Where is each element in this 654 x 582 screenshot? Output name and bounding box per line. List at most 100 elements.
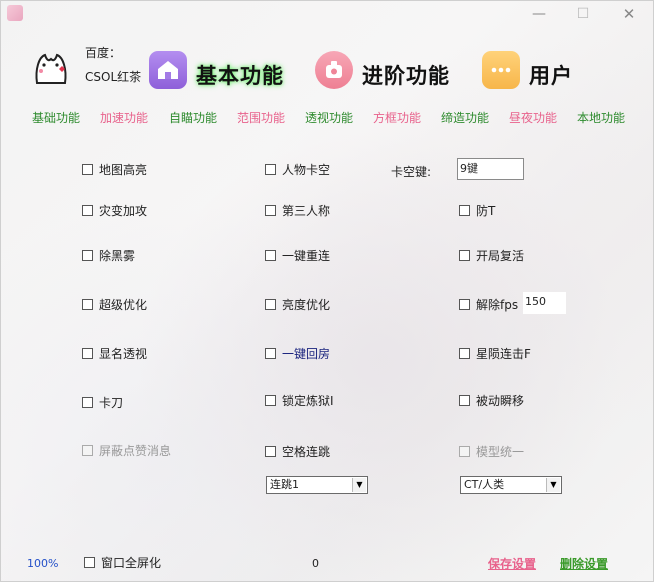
kakong-key-input[interactable]: 9键 [457,158,524,180]
model-select[interactable]: CT/人类 ▼ [460,476,562,494]
kakong-key-label: 卡空键: [391,165,432,179]
checkbox-box[interactable] [265,250,276,261]
camera-icon [315,51,353,89]
checkbox-label: 亮度优化 [282,298,331,312]
mascot-icon [35,53,67,84]
checkbox-box[interactable] [82,250,93,261]
title-bar: — ☐ ✕ [1,1,653,27]
checkbox-reconnect[interactable]: 一键重连 [265,248,330,266]
checkbox-box[interactable] [459,395,470,406]
sub-nav: 基础功能 加速功能 自瞄功能 范围功能 透视功能 方框功能 缔造功能 昼夜功能 … [1,109,653,129]
more-dots-icon [482,51,520,89]
checkbox-box [459,446,470,457]
checkbox-label: 空格连跳 [282,445,331,459]
checkbox-label: 窗口全屏化 [101,556,162,570]
checkbox-box[interactable] [84,557,95,568]
save-settings-button[interactable]: 保存设置 [488,555,536,572]
checkbox-box[interactable] [459,250,470,261]
jump-select[interactable]: 连跳1 ▼ [266,476,368,494]
checkbox-char-airstuck[interactable]: 人物卡空 [265,162,330,180]
checkbox-label: 锁定炼狱I [282,394,334,408]
checkbox-label: 一键重连 [282,249,331,263]
checkbox-map-highlight[interactable]: 地图高亮 [82,162,147,180]
checkbox-label: 模型统一 [476,445,525,459]
checkbox-box[interactable] [82,348,93,359]
model-select-value: CT/人类 [464,478,505,491]
minimize-button[interactable]: — [525,4,553,24]
subnav-daynight[interactable]: 昼夜功能 [509,109,557,126]
fps-input[interactable]: 150 [523,292,566,314]
counter: 0 [312,557,319,570]
checkbox-box[interactable] [265,299,276,310]
home-icon [149,51,187,89]
checkbox-lock-purgatory[interactable]: 锁定炼狱I [265,393,334,411]
baidu-name: CSOL红茶 [85,70,142,84]
delete-settings-button[interactable]: 删除设置 [560,555,608,572]
checkbox-brightness[interactable]: 亮度优化 [265,297,330,315]
maximize-button[interactable]: ☐ [569,4,597,24]
subnav-create[interactable]: 缔造功能 [441,109,489,126]
checkbox-label: 除黑雾 [99,249,136,263]
checkbox-label: 解除fps [476,298,519,312]
checkbox-label: 屏蔽点赞消息 [99,444,172,458]
checkbox-block-likes: 屏蔽点赞消息 [82,443,171,461]
checkbox-label: 显名透视 [99,347,148,361]
checkbox-box[interactable] [265,446,276,457]
subnav-range[interactable]: 范围功能 [237,109,285,126]
checkbox-box[interactable] [82,397,93,408]
tab-basic-label: 基本功能 [196,64,284,88]
close-button[interactable]: ✕ [615,4,643,24]
checkbox-third-person[interactable]: 第三人称 [265,203,330,221]
zoom-level: 100% [27,557,59,570]
chevron-down-icon[interactable]: ▼ [352,478,366,492]
checkbox-box[interactable] [459,299,470,310]
tab-user-label: 用户 [529,64,573,88]
checkbox-label: 人物卡空 [282,163,331,177]
checkbox-label: 开局复活 [476,249,525,263]
jump-select-value: 连跳1 [270,478,299,491]
checkbox-box[interactable] [265,348,276,359]
checkbox-box [82,445,93,456]
subnav-basic[interactable]: 基础功能 [32,109,80,126]
checkbox-box[interactable] [265,395,276,406]
checkbox-box[interactable] [82,164,93,175]
checkbox-model-unify: 模型统一 [459,444,524,462]
checkbox-label: 卡刀 [99,396,124,410]
checkbox-label: 地图高亮 [99,163,148,177]
checkbox-box[interactable] [82,205,93,216]
checkbox-unlock-fps[interactable]: 解除fps [459,297,518,315]
checkbox-space-jump[interactable]: 空格连跳 [265,444,330,462]
checkbox-label: 防T [476,204,496,218]
checkbox-anti-kick[interactable]: 防T [459,203,495,221]
checkbox-start-revive[interactable]: 开局复活 [459,248,524,266]
checkbox-passive-teleport[interactable]: 被动瞬移 [459,393,524,411]
checkbox-box[interactable] [265,205,276,216]
checkbox-label: 星陨连击F [476,347,531,361]
checkbox-fullscreen[interactable]: 窗口全屏化 [84,555,161,573]
checkbox-remove-fog[interactable]: 除黑雾 [82,248,135,266]
subnav-aimbot[interactable]: 自瞄功能 [169,109,217,126]
checkbox-label: 灾变加攻 [99,204,148,218]
subnav-box[interactable]: 方框功能 [373,109,421,126]
chevron-down-icon[interactable]: ▼ [546,478,560,492]
subnav-esp[interactable]: 透视功能 [305,109,353,126]
header: 百度： CSOL红茶 基本功能 进阶功能 用户 [1,41,653,101]
checkbox-box[interactable] [459,348,470,359]
checkbox-label: 第三人称 [282,204,331,218]
checkbox-label: 超级优化 [99,298,148,312]
checkbox-label: 被动瞬移 [476,394,525,408]
subnav-local[interactable]: 本地功能 [577,109,625,126]
baidu-label: 百度： [85,46,122,60]
app-icon [7,5,23,21]
checkbox-box[interactable] [265,164,276,175]
checkbox-name-esp[interactable]: 显名透视 [82,346,147,364]
tab-advanced-label: 进阶功能 [362,64,450,88]
checkbox-return-room[interactable]: 一键回房 [265,346,330,364]
checkbox-box[interactable] [459,205,470,216]
checkbox-super-optimize[interactable]: 超级优化 [82,297,147,315]
checkbox-knife-stuck[interactable]: 卡刀 [82,395,123,413]
checkbox-zombie-attack[interactable]: 灾变加攻 [82,203,147,221]
checkbox-meteor-combo[interactable]: 星陨连击F [459,346,531,364]
checkbox-box[interactable] [82,299,93,310]
subnav-speed[interactable]: 加速功能 [100,109,148,126]
